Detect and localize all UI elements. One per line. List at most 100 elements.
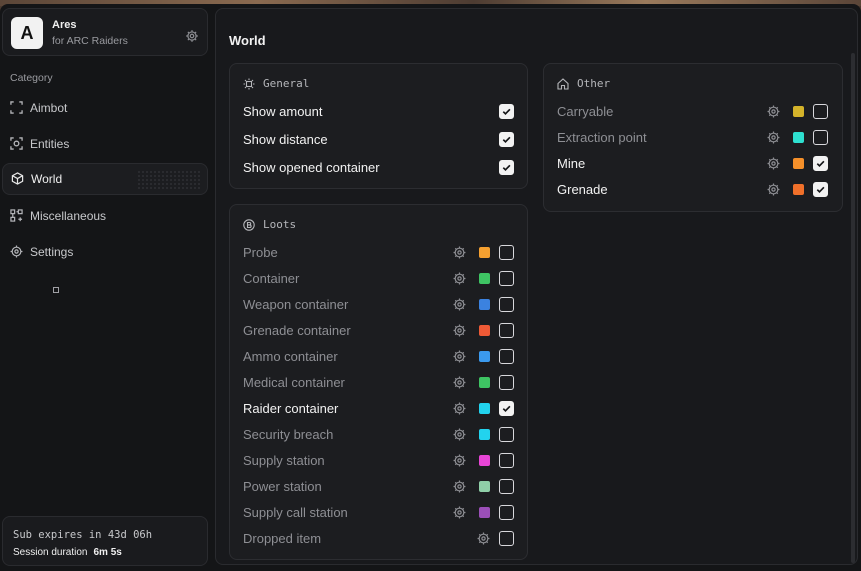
session-duration: Session duration 6m 5s (13, 547, 122, 558)
profile-settings-gear-icon[interactable] (185, 29, 199, 43)
checkbox[interactable] (813, 130, 828, 145)
checkbox[interactable] (813, 104, 828, 119)
general-card-title: General (263, 77, 310, 90)
option-label: Carryable (557, 104, 614, 119)
option-row: Power station (230, 474, 527, 500)
option-label: Show distance (243, 132, 328, 147)
option-row: Show distance (230, 127, 527, 153)
checkbox[interactable] (499, 427, 514, 442)
profile-card: A Ares for ARC Raiders (2, 8, 208, 56)
option-label: Medical container (243, 375, 345, 390)
option-label: Supply station (243, 453, 325, 468)
color-swatch[interactable] (793, 158, 804, 169)
app-subtitle: for ARC Raiders (52, 35, 128, 47)
color-swatch[interactable] (479, 403, 490, 414)
color-swatch[interactable] (479, 455, 490, 466)
settings-gear-icon[interactable] (453, 350, 466, 363)
general-card: General Show amount Show distance Show ope… (229, 63, 528, 189)
color-swatch[interactable] (479, 273, 490, 284)
option-label: Supply call station (243, 505, 348, 520)
checkbox[interactable] (499, 375, 514, 390)
settings-gear-icon[interactable] (767, 105, 780, 118)
checkbox[interactable] (499, 245, 514, 260)
color-swatch[interactable] (793, 184, 804, 195)
color-swatch[interactable] (479, 429, 490, 440)
settings-gear-icon[interactable] (767, 131, 780, 144)
checkbox[interactable] (499, 297, 514, 312)
checkbox[interactable] (813, 182, 828, 197)
option-row: Mine (544, 151, 842, 177)
color-swatch[interactable] (479, 351, 490, 362)
main-panel: World General Show amount Show distance Sh… (215, 8, 858, 565)
checkbox[interactable] (499, 401, 514, 416)
scrollbar[interactable] (851, 53, 855, 563)
color-swatch[interactable] (793, 106, 804, 117)
app-name: Ares (52, 19, 77, 31)
sidebar-item-miscellaneous[interactable]: Miscellaneous (2, 200, 208, 232)
session-duration-value: 6m 5s (93, 547, 122, 558)
checkbox[interactable] (813, 156, 828, 171)
checkbox[interactable] (499, 453, 514, 468)
coin-icon (243, 219, 255, 231)
session-duration-label: Session duration (13, 547, 88, 558)
loots-card-title: Loots (263, 218, 297, 231)
settings-gear-icon[interactable] (453, 454, 466, 467)
option-label: Power station (243, 479, 322, 494)
sidebar-item-settings[interactable]: Settings (2, 236, 208, 268)
sidebar-item-entities[interactable]: Entities (2, 128, 208, 160)
loots-card: Loots Probe Container Weapon container Gren… (229, 204, 528, 560)
checkbox[interactable] (499, 505, 514, 520)
option-row: Probe (230, 240, 527, 266)
option-label: Grenade container (243, 323, 351, 338)
option-label: Extraction point (557, 130, 647, 145)
option-row: Ammo container (230, 344, 527, 370)
settings-gear-icon[interactable] (453, 298, 466, 311)
settings-gear-icon[interactable] (477, 532, 490, 545)
settings-gear-icon[interactable] (453, 376, 466, 389)
settings-gear-icon[interactable] (453, 428, 466, 441)
option-label: Show amount (243, 104, 323, 119)
option-label: Grenade (557, 182, 608, 197)
checkbox[interactable] (499, 479, 514, 494)
settings-gear-icon[interactable] (453, 324, 466, 337)
color-swatch[interactable] (479, 481, 490, 492)
checkbox[interactable] (499, 349, 514, 364)
option-row: Container (230, 266, 527, 292)
sidebar-item-label: World (31, 172, 63, 186)
subscription-expiry: Sub expires in 43d 06h (13, 529, 153, 541)
small-square-marker (53, 287, 59, 293)
color-swatch[interactable] (479, 377, 490, 388)
settings-gear-icon[interactable] (453, 506, 466, 519)
checkbox[interactable] (499, 104, 514, 119)
settings-gear-icon[interactable] (767, 183, 780, 196)
sidebar-item-label: Aimbot (30, 101, 68, 115)
color-swatch[interactable] (479, 247, 490, 258)
color-swatch[interactable] (479, 299, 490, 310)
sidebar-item-world[interactable]: World (2, 163, 208, 195)
settings-gear-icon[interactable] (453, 246, 466, 259)
settings-gear-icon[interactable] (453, 402, 466, 415)
sun-icon (243, 78, 255, 90)
checkbox[interactable] (499, 160, 514, 175)
option-row: Security breach (230, 422, 527, 448)
color-swatch[interactable] (479, 325, 490, 336)
settings-gear-icon[interactable] (453, 480, 466, 493)
app-window: A Ares for ARC Raiders Category Aimbot E… (0, 4, 861, 571)
checkbox[interactable] (499, 531, 514, 546)
other-card-title: Other (577, 77, 611, 90)
option-row: Supply station (230, 448, 527, 474)
settings-gear-icon[interactable] (453, 272, 466, 285)
checkbox[interactable] (499, 132, 514, 147)
option-row: Show opened container (230, 155, 527, 181)
option-row: Grenade (544, 177, 842, 203)
option-label: Container (243, 271, 300, 286)
sidebar-item-aimbot[interactable]: Aimbot (2, 92, 208, 124)
checkbox[interactable] (499, 271, 514, 286)
color-swatch[interactable] (793, 132, 804, 143)
target-icon (10, 137, 23, 150)
color-swatch[interactable] (479, 507, 490, 518)
checkbox[interactable] (499, 323, 514, 338)
category-label: Category (10, 72, 53, 84)
settings-gear-icon[interactable] (767, 157, 780, 170)
option-label: Raider container (243, 401, 339, 416)
